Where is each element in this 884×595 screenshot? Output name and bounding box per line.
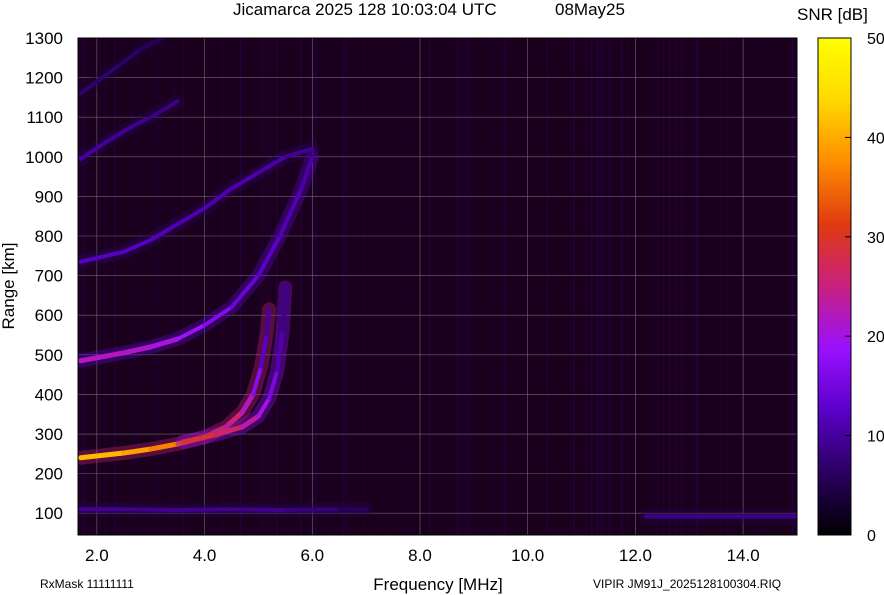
y-tick-label: 200 [35, 465, 63, 484]
y-tick-label: 800 [35, 227, 63, 246]
colorbar-tick-label: 30 [867, 230, 884, 247]
y-tick-label: 400 [35, 385, 63, 404]
y-tick-label: 1000 [25, 148, 63, 167]
x-tick-label: 6.0 [300, 546, 324, 565]
x-tick-label: 8.0 [408, 546, 432, 565]
echo-segment [280, 285, 288, 334]
y-tick-label: 1100 [26, 108, 63, 127]
echo-trace [78, 502, 374, 518]
colorbar-tick-label: 50 [867, 31, 884, 48]
x-tick-label: 10.0 [511, 546, 544, 565]
y-tick-label: 1300 [25, 29, 63, 48]
ionogram-chart: 2.0 4.0 6.0 8.0 10.0 12.0 14.01002003004005006… [0, 29, 884, 594]
echo-segment [283, 507, 342, 513]
x-tick-label: 14.0 [727, 546, 760, 565]
colorbar-tick-label: 0 [867, 528, 876, 545]
colorbar-tick-label: 10 [867, 429, 884, 446]
y-tick-label: 700 [35, 267, 63, 286]
colorbar-tick-label: 20 [867, 329, 884, 346]
file-label: VIPIR JM91J_2025128100304.RIQ [593, 577, 782, 591]
y-tick-label: 100 [35, 504, 63, 523]
echo-segment [175, 507, 234, 513]
echo-segment [229, 507, 288, 513]
echo-segment [264, 307, 272, 338]
x-tick-label: 12.0 [619, 546, 652, 565]
x-tick-label: 4.0 [193, 546, 217, 565]
echo-segment [121, 507, 180, 513]
y-tick-label: 300 [35, 425, 63, 444]
x-tick-label: 2.0 [85, 546, 109, 565]
rxmask-label: RxMask 11111111 [40, 577, 134, 591]
colorbar-tick-label: 40 [867, 130, 884, 147]
x-axis-label: Frequency [MHz] [373, 575, 502, 594]
y-axis-label: Range [km] [0, 243, 18, 330]
plot-background [78, 38, 797, 535]
y-tick-label: 1200 [25, 69, 63, 88]
y-tick-label: 600 [35, 306, 63, 325]
y-tick-label: 900 [35, 187, 63, 206]
colorbar [817, 37, 852, 536]
y-tick-label: 500 [35, 346, 63, 365]
